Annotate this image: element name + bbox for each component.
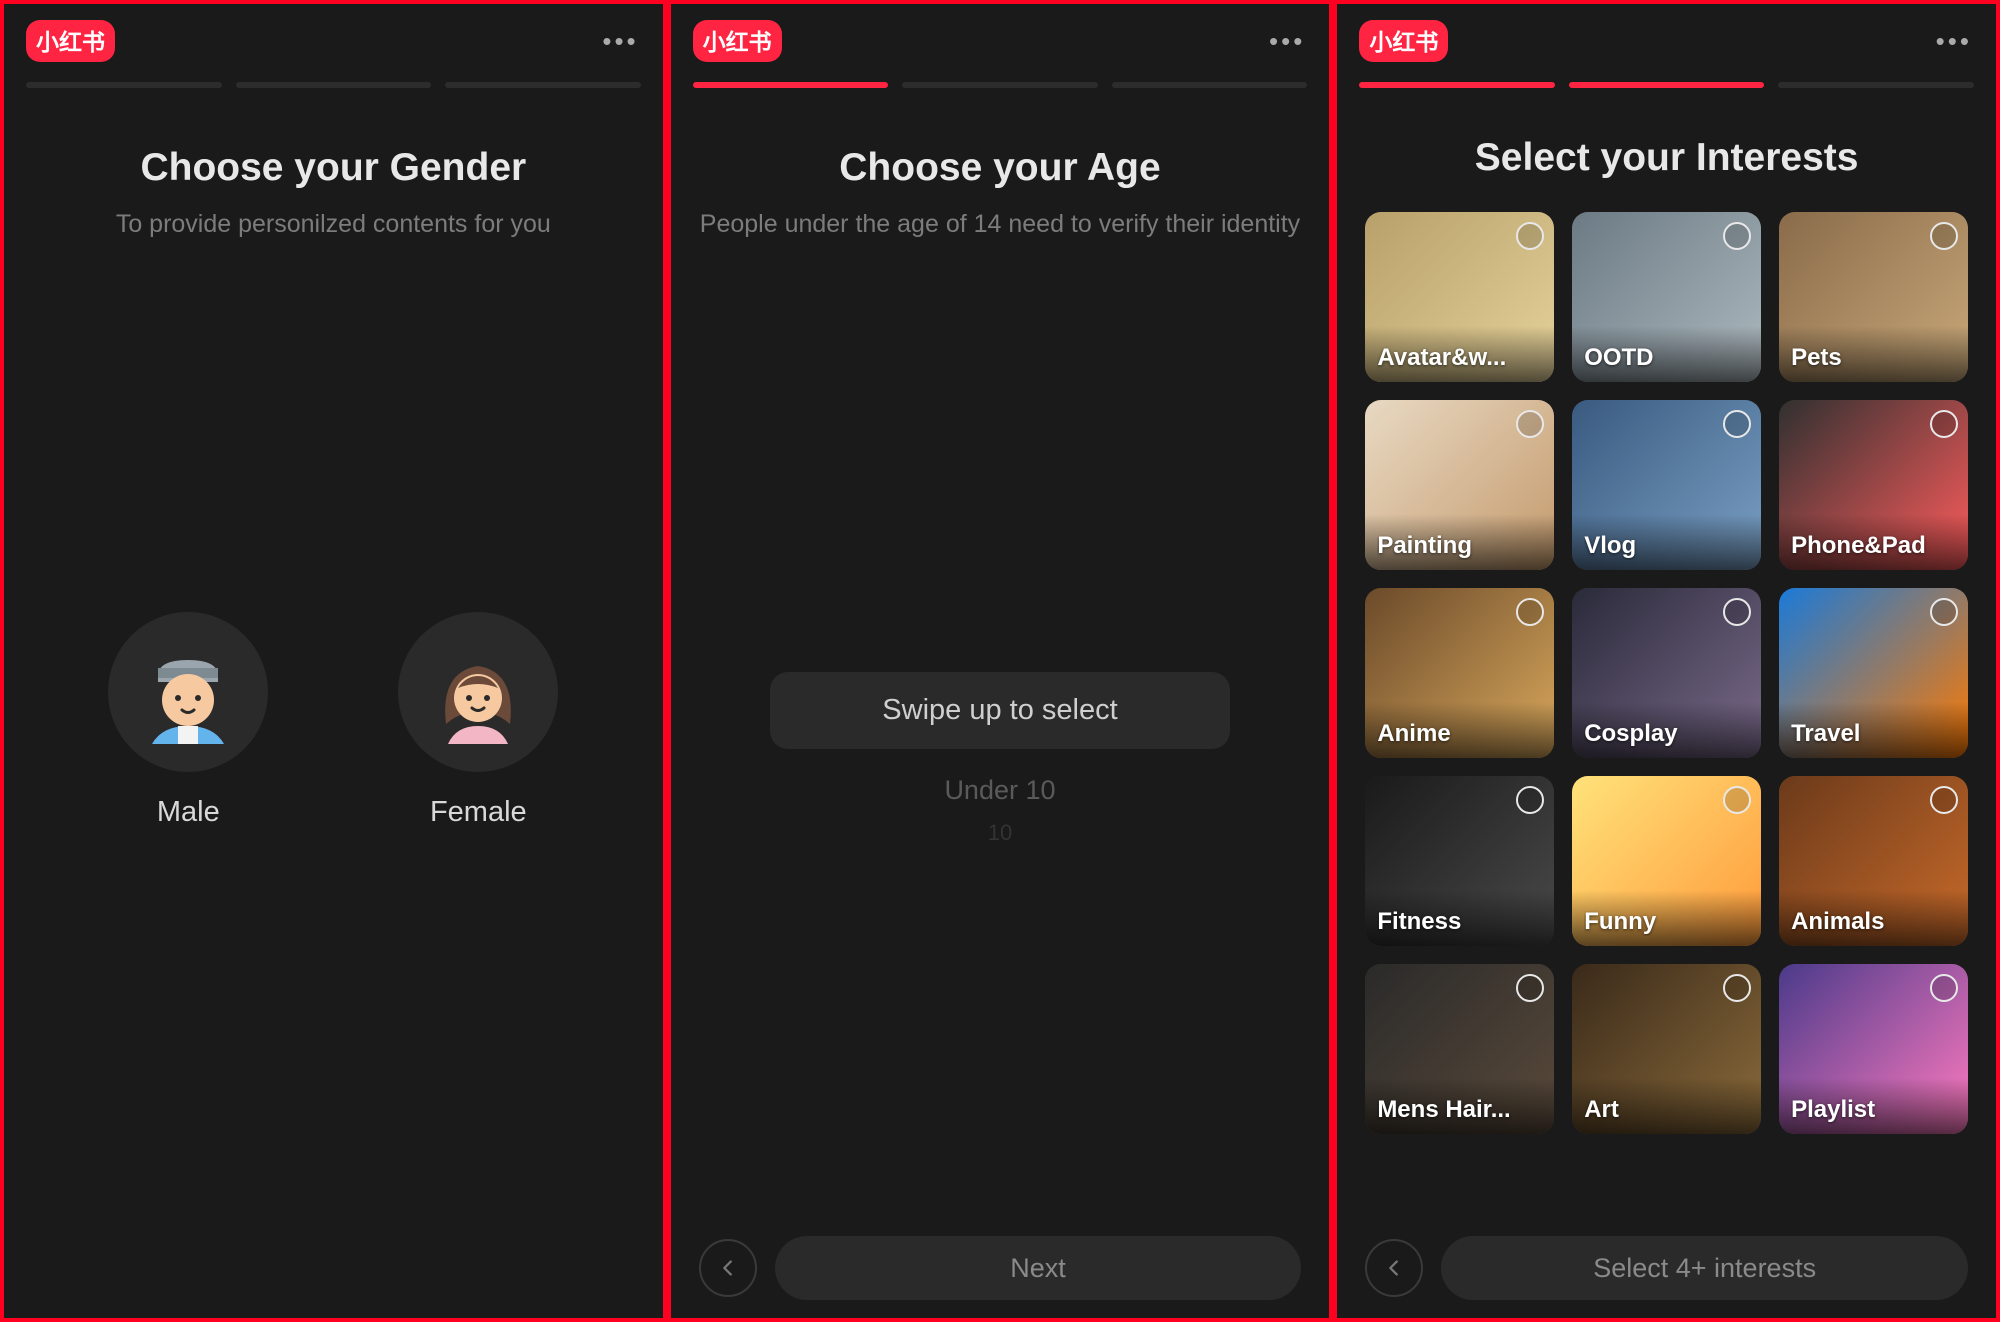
interest-tile[interactable]: Funny	[1572, 776, 1761, 946]
checkbox-icon[interactable]	[1516, 786, 1544, 814]
checkbox-icon[interactable]	[1516, 974, 1544, 1002]
progress-step-3	[1778, 82, 1974, 88]
interest-label: Avatar&w...	[1377, 344, 1542, 372]
interest-label: Playlist	[1791, 1096, 1956, 1124]
interest-tile[interactable]: Avatar&w...	[1365, 212, 1554, 382]
interest-tile[interactable]: Anime	[1365, 588, 1554, 758]
gender-option-male[interactable]: Male	[108, 612, 268, 829]
app-logo: 小红书	[1359, 20, 1448, 62]
onboarding-gender-screen: 小红书 ••• Choose your Gender To provide pe…	[0, 0, 667, 1322]
interest-tile[interactable]: Art	[1572, 964, 1761, 1134]
progress-step-1	[693, 82, 889, 88]
interest-label: Travel	[1791, 720, 1956, 748]
interest-tile[interactable]: Phone&Pad	[1779, 400, 1968, 570]
female-avatar-icon	[398, 612, 558, 772]
checkbox-icon[interactable]	[1723, 974, 1751, 1002]
interest-label: Fitness	[1377, 908, 1542, 936]
interests-grid: Avatar&w... OOTD Pets Painting Vlog Phone&Pad…	[1365, 212, 1968, 1148]
page-subtitle: To provide personilzed contents for you	[4, 208, 663, 242]
checkbox-icon[interactable]	[1723, 410, 1751, 438]
next-button[interactable]: Next	[775, 1236, 1302, 1300]
interest-label: Phone&Pad	[1791, 532, 1956, 560]
checkbox-icon[interactable]	[1930, 974, 1958, 1002]
checkbox-icon[interactable]	[1723, 222, 1751, 250]
more-icon[interactable]: •••	[1269, 26, 1307, 57]
onboarding-interests-screen: 小红书 ••• Select your Interests Avatar&w..…	[1333, 0, 2000, 1322]
interest-label: OOTD	[1584, 344, 1749, 372]
interest-label: Mens Hair...	[1377, 1096, 1542, 1124]
interest-label: Funny	[1584, 908, 1749, 936]
age-picker-option[interactable]: 10	[988, 820, 1012, 846]
interest-label: Anime	[1377, 720, 1542, 748]
checkbox-icon[interactable]	[1516, 222, 1544, 250]
interest-tile[interactable]: Fitness	[1365, 776, 1554, 946]
interest-tile[interactable]: Vlog	[1572, 400, 1761, 570]
app-logo: 小红书	[693, 20, 782, 62]
interest-tile[interactable]: Mens Hair...	[1365, 964, 1554, 1134]
gender-label-male: Male	[157, 796, 220, 829]
age-picker-selected[interactable]: Swipe up to select	[770, 672, 1230, 749]
progress-step-1	[26, 82, 222, 88]
checkbox-icon[interactable]	[1930, 786, 1958, 814]
topbar: 小红书 •••	[671, 4, 1330, 68]
interest-tile[interactable]: Painting	[1365, 400, 1554, 570]
interest-label: Pets	[1791, 344, 1956, 372]
interest-tile[interactable]: Animals	[1779, 776, 1968, 946]
checkbox-icon[interactable]	[1930, 222, 1958, 250]
progress-step-2	[236, 82, 432, 88]
app-logo: 小红书	[26, 20, 115, 62]
page-title: Choose your Age	[671, 146, 1330, 190]
interest-label: Vlog	[1584, 532, 1749, 560]
checkbox-icon[interactable]	[1516, 410, 1544, 438]
age-picker-option[interactable]: Under 10	[944, 775, 1055, 806]
interest-tile[interactable]: Travel	[1779, 588, 1968, 758]
select-interests-button[interactable]: Select 4+ interests	[1441, 1236, 1968, 1300]
progress-step-3	[1112, 82, 1308, 88]
interest-tile[interactable]: Cosplay	[1572, 588, 1761, 758]
gender-options: Male Female	[4, 612, 663, 829]
more-icon[interactable]: •••	[602, 26, 640, 57]
back-button[interactable]	[1365, 1239, 1423, 1297]
progress-step-2	[902, 82, 1098, 88]
male-avatar-icon	[108, 612, 268, 772]
bottom-bar: Next	[671, 1236, 1330, 1300]
checkbox-icon[interactable]	[1723, 598, 1751, 626]
interest-label: Animals	[1791, 908, 1956, 936]
gender-option-female[interactable]: Female	[398, 612, 558, 829]
bottom-bar: Select 4+ interests	[1337, 1236, 1996, 1300]
progress-step-1	[1359, 82, 1555, 88]
interest-tile[interactable]: Playlist	[1779, 964, 1968, 1134]
progress-indicator	[4, 68, 663, 88]
topbar: 小红书 •••	[1337, 4, 1996, 68]
gender-label-female: Female	[430, 796, 527, 829]
onboarding-age-screen: 小红书 ••• Choose your Age People under the…	[667, 0, 1334, 1322]
interest-tile[interactable]: Pets	[1779, 212, 1968, 382]
heading: Select your Interests	[1337, 88, 1996, 180]
chevron-left-icon	[717, 1257, 739, 1279]
page-title: Choose your Gender	[4, 146, 663, 190]
interest-label: Painting	[1377, 532, 1542, 560]
progress-indicator	[671, 68, 1330, 88]
checkbox-icon[interactable]	[1723, 786, 1751, 814]
heading: Choose your Age People under the age of …	[671, 88, 1330, 242]
checkbox-icon[interactable]	[1930, 410, 1958, 438]
page-title: Select your Interests	[1337, 136, 1996, 180]
heading: Choose your Gender To provide personilze…	[4, 88, 663, 242]
interest-label: Art	[1584, 1096, 1749, 1124]
age-picker[interactable]: Swipe up to select Under 10 10	[671, 672, 1330, 846]
topbar: 小红书 •••	[4, 4, 663, 68]
chevron-left-icon	[1383, 1257, 1405, 1279]
progress-step-2	[1569, 82, 1765, 88]
interest-tile[interactable]: OOTD	[1572, 212, 1761, 382]
interest-label: Cosplay	[1584, 720, 1749, 748]
interests-scroll[interactable]: Avatar&w... OOTD Pets Painting Vlog Phone&Pad…	[1337, 188, 1996, 1148]
progress-step-3	[445, 82, 641, 88]
back-button[interactable]	[699, 1239, 757, 1297]
more-icon[interactable]: •••	[1936, 26, 1974, 57]
checkbox-icon[interactable]	[1930, 598, 1958, 626]
page-subtitle: People under the age of 14 need to verif…	[671, 208, 1330, 242]
checkbox-icon[interactable]	[1516, 598, 1544, 626]
progress-indicator	[1337, 68, 1996, 88]
